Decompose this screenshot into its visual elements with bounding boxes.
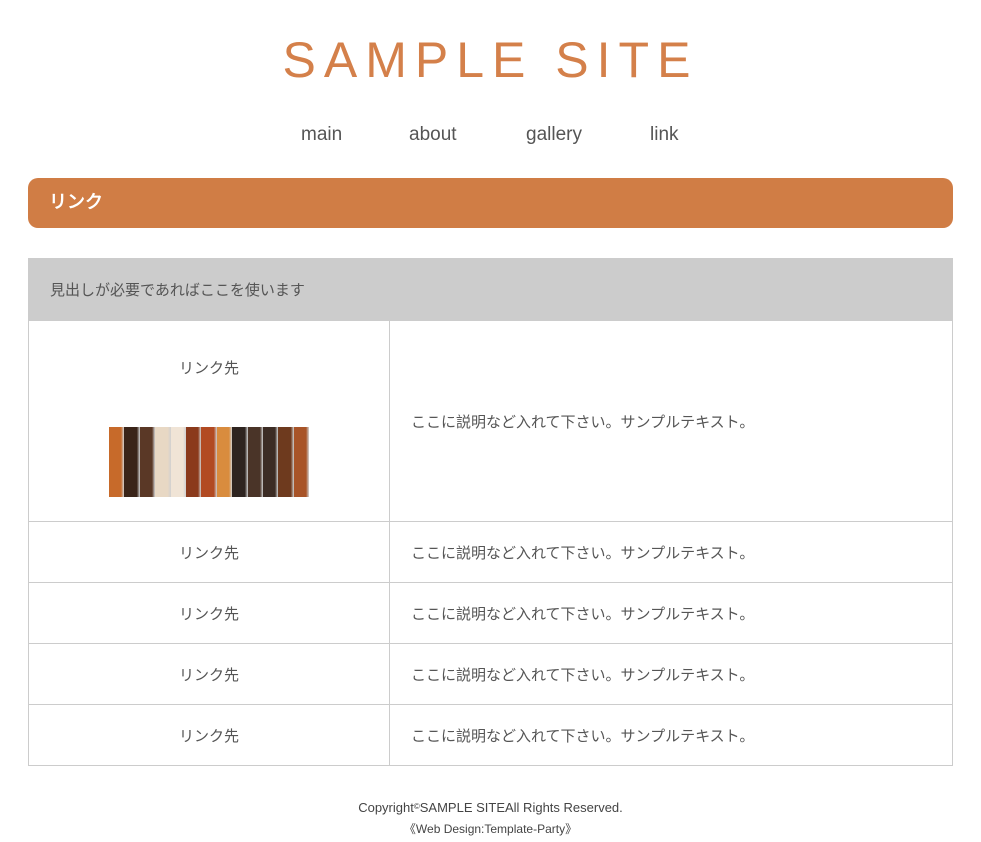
- table-row: リンク先 ここに説明など入れて下さい。サンプルテキスト。: [28, 521, 953, 583]
- wood-plank: [262, 427, 279, 497]
- link-item[interactable]: リンク先: [29, 357, 389, 378]
- copyright-line: Copyright©SAMPLE SITEAll Rights Reserved…: [0, 796, 981, 818]
- wood-plank: [278, 427, 294, 497]
- wood-plank: [109, 427, 125, 497]
- site-logo[interactable]: SAMPLE SITE: [0, 28, 981, 92]
- nav-item-main[interactable]: main: [301, 120, 342, 150]
- description-cell: ここに説明など入れて下さい。サンプルテキスト。: [389, 582, 953, 644]
- wood-plank: [247, 427, 263, 497]
- link-cell: リンク先: [28, 582, 390, 644]
- description-cell: ここに説明など入れて下さい。サンプルテキスト。: [389, 320, 953, 522]
- link-cell: リンク先: [28, 320, 390, 522]
- wood-planks-image[interactable]: [109, 427, 310, 497]
- table-row: リンク先 ここに説明など入れて下さい。サンプルテキスト。: [28, 704, 953, 766]
- wood-plank: [216, 427, 233, 497]
- table-header-row: 見出しが必要であればここを使います: [28, 258, 953, 321]
- description-cell: ここに説明など入れて下さい。サンプルテキスト。: [389, 704, 953, 766]
- wood-plank: [155, 427, 171, 497]
- wood-plank: [293, 427, 310, 497]
- nav-item-gallery[interactable]: gallery: [526, 120, 582, 150]
- wood-plank: [124, 427, 140, 497]
- credit-text[interactable]: 《Web Design:Template-Party》: [404, 822, 577, 836]
- table-header: 見出しが必要であればここを使います: [28, 258, 953, 321]
- credit-line[interactable]: 《Web Design:Template-Party》: [0, 818, 981, 840]
- nav-item-about[interactable]: about: [409, 120, 457, 150]
- link-cell: リンク先: [28, 643, 390, 705]
- wood-plank: [185, 427, 202, 497]
- wood-plank: [170, 427, 186, 497]
- main-nav: main about gallery link: [0, 120, 981, 150]
- copyright-prefix: Copyright: [358, 800, 414, 815]
- description-cell: ここに説明など入れて下さい。サンプルテキスト。: [389, 521, 953, 583]
- table-row: リンク先 ここに説明など入れて下さい。サンプルテキスト。: [28, 582, 953, 644]
- link-cell: リンク先: [28, 704, 390, 766]
- link-cell: リンク先: [28, 521, 390, 583]
- description-cell: ここに説明など入れて下さい。サンプルテキスト。: [389, 643, 953, 705]
- nav-item-link[interactable]: link: [650, 120, 679, 150]
- link-item[interactable]: リンク先: [179, 544, 239, 562]
- link-item[interactable]: リンク先: [179, 727, 239, 745]
- wood-plank: [139, 427, 156, 497]
- wood-plank: [232, 427, 248, 497]
- link-item[interactable]: リンク先: [179, 605, 239, 623]
- wood-plank: [201, 427, 217, 497]
- footer: Copyright©SAMPLE SITEAll Rights Reserved…: [0, 796, 981, 840]
- copyright-text: SAMPLE SITEAll Rights Reserved.: [419, 800, 623, 815]
- link-item[interactable]: リンク先: [179, 666, 239, 684]
- table-row: リンク先 ここに説明など入れて下さい。サンプルテキスト。: [28, 320, 953, 522]
- link-table: 見出しが必要であればここを使います リンク先 ここに説明など入れて下さい。サンプ…: [28, 258, 953, 766]
- table-row: リンク先 ここに説明など入れて下さい。サンプルテキスト。: [28, 643, 953, 705]
- page-title: リンク: [28, 178, 953, 228]
